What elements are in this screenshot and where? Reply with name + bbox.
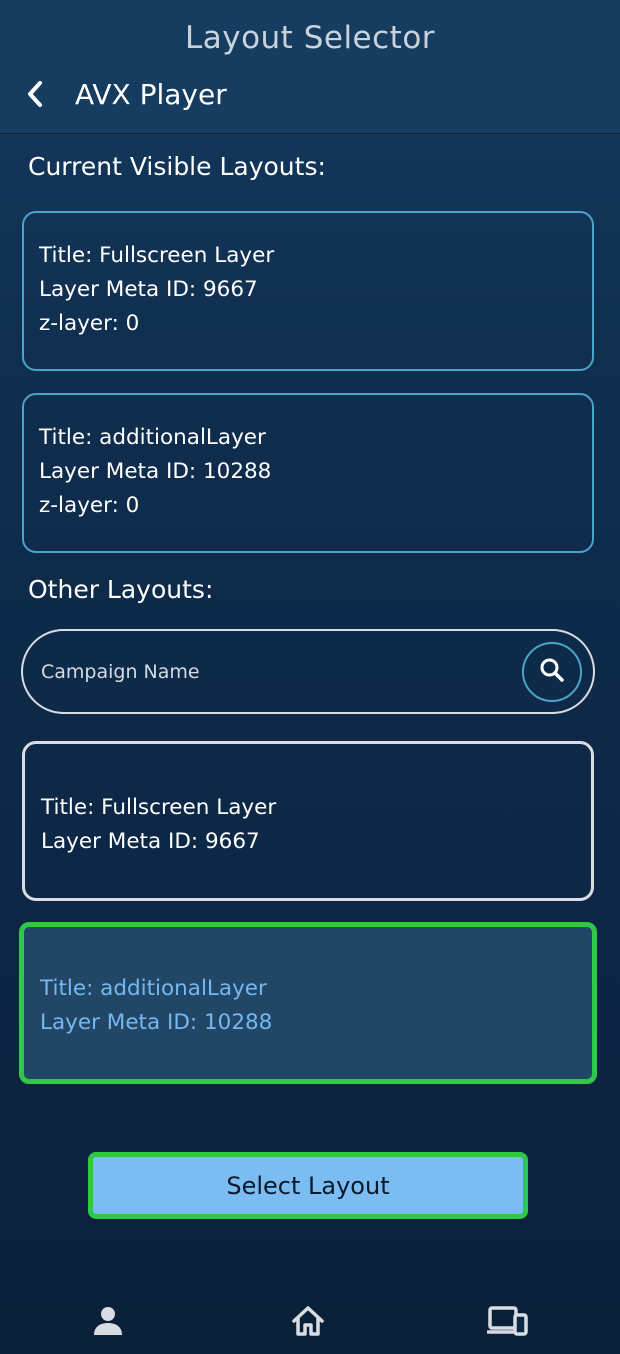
campaign-search-input[interactable] (41, 653, 521, 691)
current-layout-card: Title: additionalLayer Layer Meta ID: 10… (22, 393, 594, 553)
chevron-left-icon[interactable] (24, 74, 54, 114)
layout-meta-id: Layer Meta ID: 9667 (41, 829, 260, 854)
layout-z-layer: z-layer: 0 (39, 493, 140, 518)
current-layout-card: Title: Fullscreen Layer Layer Meta ID: 9… (22, 211, 594, 371)
other-layouts-heading: Other Layouts: (28, 575, 214, 604)
back-label[interactable]: AVX Player (75, 78, 227, 111)
layout-title: Title: Fullscreen Layer (41, 795, 277, 820)
app-header: Layout Selector AVX Player (0, 0, 620, 134)
home-icon (290, 1304, 326, 1342)
campaign-search-box (21, 629, 595, 714)
layout-meta-id: Layer Meta ID: 10288 (39, 459, 272, 484)
layout-meta-id: Layer Meta ID: 10288 (40, 1010, 273, 1035)
devices-icon (486, 1305, 529, 1341)
nav-devices[interactable] (483, 1298, 533, 1348)
layout-title: Title: additionalLayer (39, 425, 266, 450)
other-layout-card-selected[interactable]: Title: additionalLayer Layer Meta ID: 10… (19, 922, 597, 1084)
search-button[interactable] (522, 642, 582, 702)
nav-home[interactable] (283, 1298, 333, 1348)
nav-profile[interactable] (83, 1298, 133, 1348)
layout-title: Title: additionalLayer (40, 976, 267, 1001)
layout-title: Title: Fullscreen Layer (39, 243, 275, 268)
other-layout-card[interactable]: Title: Fullscreen Layer Layer Meta ID: 9… (22, 741, 594, 901)
person-icon (91, 1304, 125, 1342)
page-title: Layout Selector (184, 20, 436, 56)
search-icon (538, 656, 566, 688)
current-layouts-heading: Current Visible Layouts: (28, 152, 326, 181)
bottom-nav (0, 1290, 620, 1350)
select-layout-button[interactable]: Select Layout (88, 1152, 528, 1219)
back-button[interactable]: AVX Player (24, 74, 227, 114)
layout-meta-id: Layer Meta ID: 9667 (39, 277, 258, 302)
layout-z-layer: z-layer: 0 (39, 311, 140, 336)
